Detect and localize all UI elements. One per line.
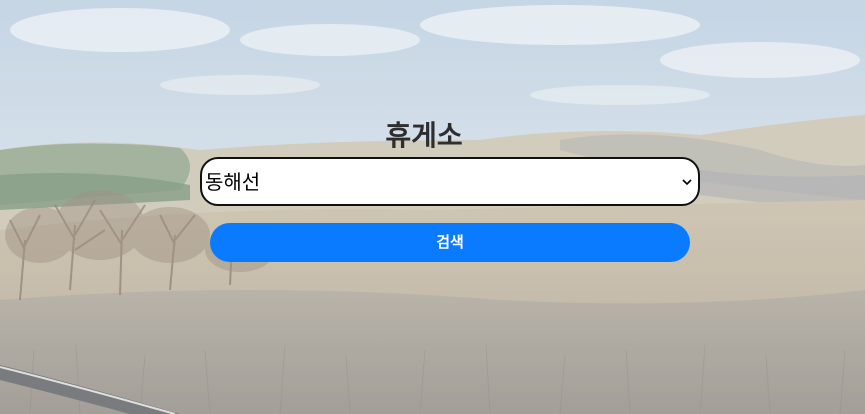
search-button[interactable]: 검색 (210, 223, 690, 262)
page-title: 휴게소 (385, 119, 463, 152)
main-content: 휴게소 동해선 검색 (0, 0, 865, 414)
route-select[interactable]: 동해선 (200, 157, 700, 206)
chevron-down-icon (682, 179, 692, 186)
route-select-value: 동해선 (205, 170, 261, 194)
